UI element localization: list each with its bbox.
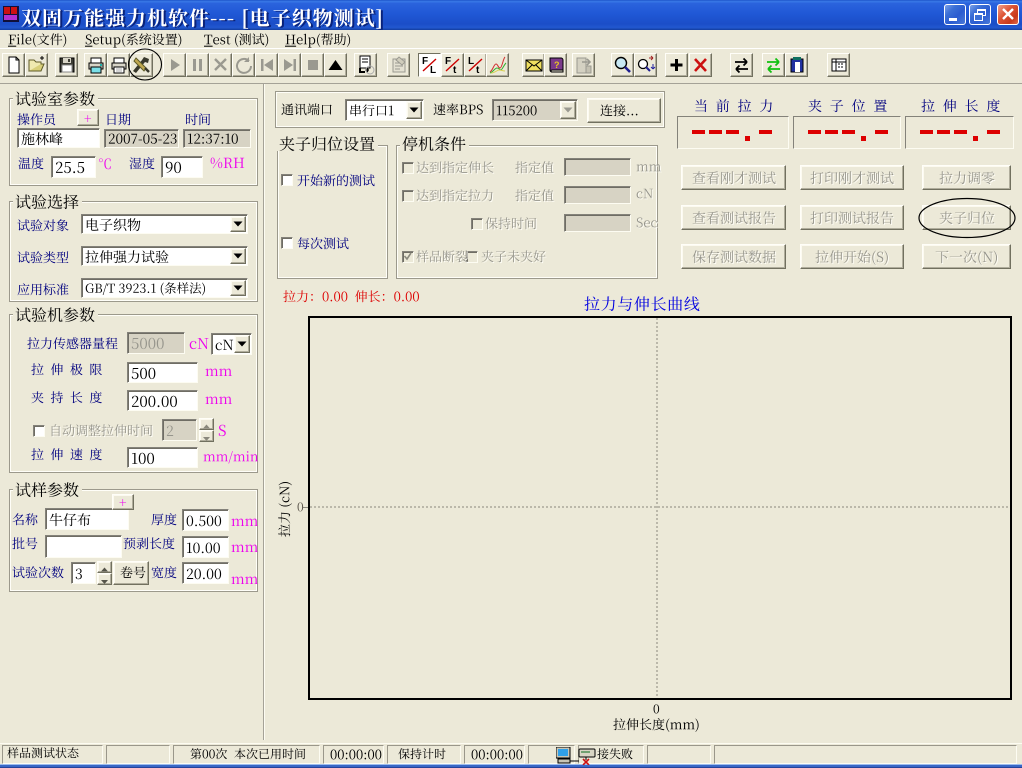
svg-text:?: ? bbox=[554, 60, 560, 70]
svg-text:t: t bbox=[453, 65, 457, 76]
svg-text:F: F bbox=[422, 56, 428, 67]
svg-text:L: L bbox=[430, 65, 436, 76]
svg-text:L: L bbox=[468, 56, 474, 67]
svg-text:F: F bbox=[445, 56, 451, 67]
svg-text:t: t bbox=[476, 65, 480, 76]
